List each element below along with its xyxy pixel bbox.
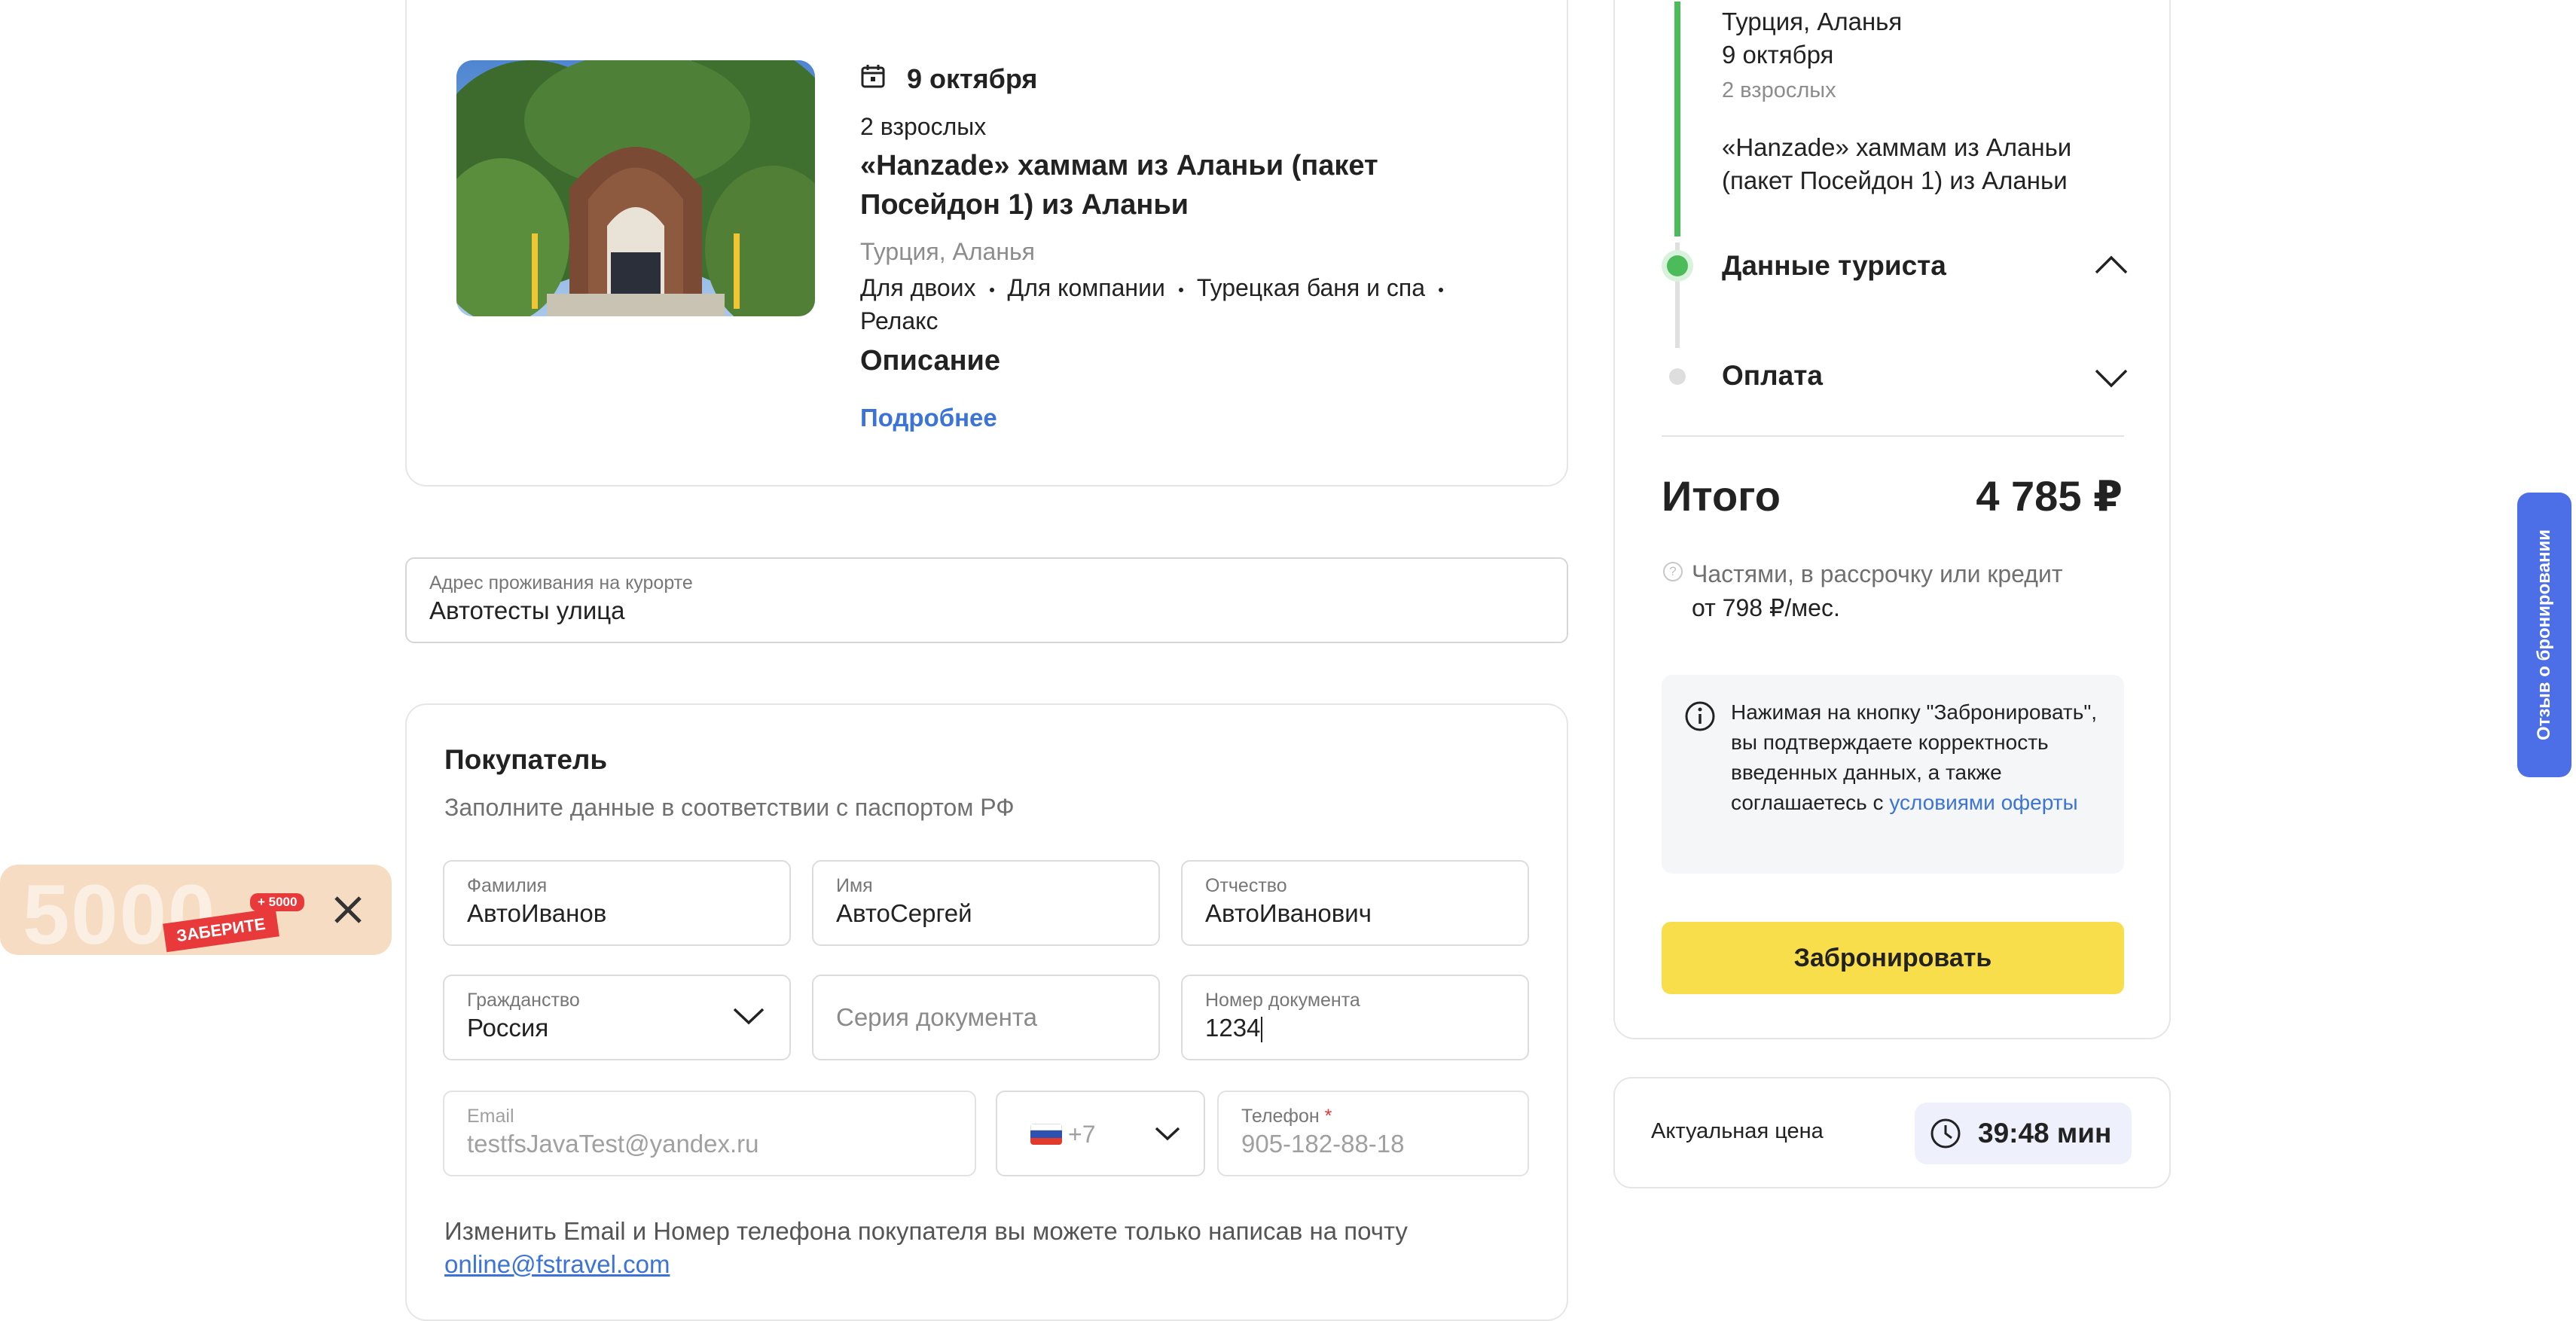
change-contacts-note: Изменить Email и Номер телефона покупате… <box>444 1217 1408 1245</box>
tag: Релакс <box>860 307 939 334</box>
timer-value: 39:48 мин <box>1978 1118 2112 1149</box>
chevron-up-icon <box>2094 255 2129 279</box>
timer-label: Актуальная цена <box>1651 1119 1824 1143</box>
email-field[interactable]: Email testfsJavaTest@yandex.ru <box>443 1091 976 1176</box>
total-value: 4 785 ₽ <box>1976 472 2123 520</box>
middle-name-value: АвтоИванович <box>1205 899 1372 927</box>
more-link[interactable]: Подробнее <box>860 404 997 432</box>
installment-text: Частями, в рассрочку или кредит <box>1692 560 2063 587</box>
total-label: Итого <box>1662 472 1781 520</box>
chevron-down-icon <box>732 1006 765 1030</box>
book-button-label: Забронировать <box>1793 944 1992 972</box>
chevron-down-icon <box>1154 1125 1181 1146</box>
timer-badge: 39:48 мин <box>1915 1103 2132 1164</box>
first-name-label: Имя <box>836 875 873 896</box>
support-email-link[interactable]: online@fstravel.com <box>444 1250 670 1279</box>
doc-number-value: 1234 <box>1205 1014 1263 1043</box>
tour-location: Турция, Аланья <box>860 238 1035 265</box>
tour-guests: 2 взрослых <box>860 113 987 140</box>
calendar-icon <box>860 63 886 89</box>
summary-card: Турция, Аланья 9 октября 2 взрослых «Han… <box>1613 0 2171 1039</box>
phone-value: 905-182-88-18 <box>1241 1130 1405 1158</box>
citizenship-label: Гражданство <box>467 990 580 1011</box>
feedback-tab-label: Отзыв о бронировании <box>2534 529 2554 741</box>
feedback-tab[interactable]: Отзыв о бронировании <box>2517 493 2571 777</box>
last-name-label: Фамилия <box>467 875 548 896</box>
close-icon[interactable] <box>331 893 365 930</box>
step-tourist-data[interactable]: Данные туриста <box>1722 250 2129 285</box>
timer-card: Актуальная цена 39:48 мин <box>1613 1077 2171 1188</box>
divider <box>1662 435 2124 437</box>
tour-photo <box>456 60 815 316</box>
chevron-down-icon <box>2094 368 2129 392</box>
last-name-value: АвтоИванов <box>467 899 607 927</box>
address-value: Автотесты улица <box>429 596 625 624</box>
last-name-field[interactable]: Фамилия АвтоИванов <box>443 860 791 946</box>
summary-location: Турция, Аланья <box>1722 8 1903 35</box>
offer-terms-link[interactable]: условиями оферты <box>1889 791 2077 814</box>
book-button[interactable]: Забронировать <box>1662 922 2124 994</box>
summary-guests: 2 взрослых <box>1722 78 1836 102</box>
summary-tour-title: «Hanzade» хаммам из Аланьи (пакет Посейд… <box>1722 133 2072 194</box>
russia-flag-icon <box>1030 1124 1062 1145</box>
installment-price: от 798 ₽/мес. <box>1692 594 1840 621</box>
doc-series-placeholder: Серия документа <box>836 1003 1037 1031</box>
phone-label: Телефон * <box>1241 1106 1332 1127</box>
clock-icon <box>1930 1118 1961 1153</box>
citizenship-value: Россия <box>467 1014 549 1042</box>
summary-date: 9 октября <box>1722 41 1834 69</box>
middle-name-label: Отчество <box>1205 875 1287 896</box>
step-pending-dot <box>1669 368 1686 385</box>
description-heading: Описание <box>860 345 1001 377</box>
tour-date: 9 октября <box>907 63 1038 94</box>
address-field[interactable]: Адрес проживания на курорте Автотесты ул… <box>405 557 1568 643</box>
step-label: Оплата <box>1722 360 1823 391</box>
buyer-heading: Покупатель <box>444 744 608 775</box>
doc-series-field[interactable]: Серия документа <box>812 975 1160 1060</box>
first-name-field[interactable]: Имя АвтоСергей <box>812 860 1160 946</box>
question-icon[interactable]: ? <box>1663 562 1683 581</box>
email-label: Email <box>467 1106 514 1127</box>
progress-line <box>1674 2 1680 236</box>
notice-text: Нажимая на кнопку "Забронировать", вы по… <box>1731 700 2098 814</box>
buyer-hint: Заполните данные в соответствии с паспор… <box>444 794 1015 821</box>
phone-field[interactable]: Телефон * 905-182-88-18 <box>1217 1091 1529 1176</box>
tour-title: «Hanzade» хаммам из Аланьи (пакет Посейд… <box>860 150 1378 221</box>
tag: Для двоих <box>860 274 976 301</box>
phone-code-select[interactable]: +7 <box>996 1091 1205 1176</box>
promo-badge: + 5000 <box>250 893 305 911</box>
doc-number-label: Номер документа <box>1205 990 1360 1011</box>
info-icon <box>1684 700 1716 736</box>
tour-tags: Для двоих Для компании Турецкая баня и спа… <box>860 271 1523 337</box>
notice-box: Нажимая на кнопку "Забронировать", вы по… <box>1662 675 2124 874</box>
phone-code: +7 <box>1068 1121 1096 1148</box>
citizenship-select[interactable]: Гражданство Россия <box>443 975 791 1060</box>
tour-card: 9 октября 2 взрослых «Hanzade» хаммам из… <box>405 0 1568 487</box>
tag: Турецкая баня и спа <box>1196 274 1426 301</box>
address-label: Адрес проживания на курорте <box>429 572 693 593</box>
tag: Для компании <box>1007 274 1165 301</box>
middle-name-field[interactable]: Отчество АвтоИванович <box>1181 860 1529 946</box>
step-label: Данные туриста <box>1722 250 1946 281</box>
promo-widget[interactable]: 5000 ЗАБЕРИТЕ + 5000 <box>0 865 392 955</box>
first-name-value: АвтоСергей <box>836 899 972 927</box>
doc-number-field[interactable]: Номер документа 1234 <box>1181 975 1529 1060</box>
step-payment[interactable]: Оплата <box>1722 360 2129 395</box>
email-value: testfsJavaTest@yandex.ru <box>467 1130 759 1158</box>
step-active-dot <box>1662 250 1693 282</box>
